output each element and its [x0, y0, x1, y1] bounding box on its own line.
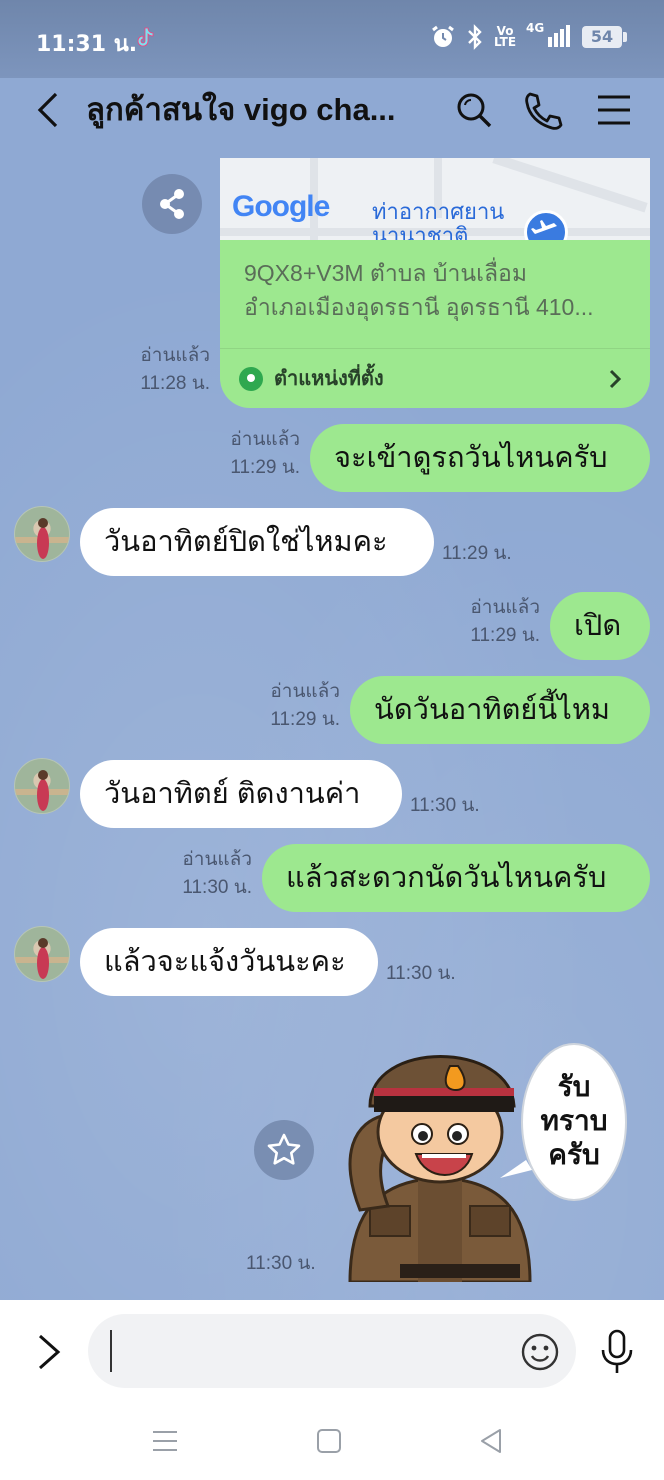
sticker-text-line-3: ครับ: [548, 1138, 600, 1171]
chat-messages[interactable]: อ่านแล้ว 11:28 น. Google ท่าอากาศยาน นาน…: [0, 144, 664, 1300]
search-icon[interactable]: [452, 88, 496, 132]
battery-icon: 54: [582, 26, 627, 48]
status-time: 11:31 น.: [36, 32, 138, 57]
message-meta: อ่านแล้ว 11:29 น.: [230, 678, 340, 734]
message-time: 11:29 น.: [270, 709, 340, 730]
map-preview[interactable]: Google ท่าอากาศยาน นานาชาติ: [220, 158, 650, 240]
read-receipt: อ่านแล้ว: [182, 849, 252, 870]
divider: [220, 348, 650, 349]
back-arrow-icon[interactable]: [30, 90, 70, 130]
sticker-text-line-2: ทราบ: [541, 1104, 608, 1137]
message-meta: อ่านแล้ว 11:29 น.: [430, 594, 540, 650]
sticker-text-line-1: รับ: [558, 1070, 591, 1103]
message-time: 11:30 น.: [386, 963, 456, 984]
phone-icon[interactable]: [520, 88, 564, 132]
sticker-image[interactable]: รับ ทราบ ครับ: [330, 1010, 630, 1284]
message-time: 11:29 น.: [442, 543, 512, 564]
location-card[interactable]: Google ท่าอากาศยาน นานาชาติ 9QX8+V3M ตำบ…: [220, 158, 650, 408]
location-label: ตำแหน่งที่ตั้ง: [274, 368, 384, 390]
location-footer[interactable]: ตำแหน่งที่ตั้ง: [238, 364, 632, 394]
airport-pin-icon: [524, 210, 568, 240]
message-time: 11:30 น.: [182, 877, 252, 898]
map-label: ท่าอากาศยาน นานาชาติ: [372, 199, 505, 241]
contact-avatar[interactable]: [14, 506, 70, 562]
back-nav-icon[interactable]: [476, 1426, 506, 1456]
contact-avatar[interactable]: [14, 926, 70, 982]
salute-officer-sticker: รับ ทราบ ครับ: [348, 1043, 627, 1284]
outgoing-message[interactable]: แล้วสะดวกนัดวันไหนครับ: [262, 844, 650, 912]
outgoing-message[interactable]: นัดวันอาทิตย์นี้ไหม: [350, 676, 650, 744]
menu-icon[interactable]: [592, 88, 636, 132]
message-time: 11:30 น.: [410, 795, 480, 816]
contact-avatar[interactable]: [14, 758, 70, 814]
network-type: 4G: [526, 21, 545, 35]
message-time: 11:28 น.: [140, 373, 210, 394]
google-logo: Google: [232, 190, 330, 223]
recent-apps-icon[interactable]: [150, 1426, 180, 1456]
star-icon: [267, 1133, 301, 1165]
status-icons: Vo LTE 4G 54: [430, 21, 627, 50]
volte-indicator: Vo LTE: [494, 24, 517, 49]
message-input-bar: [0, 1300, 664, 1404]
message-meta: อ่านแล้ว 11:29 น.: [190, 426, 300, 482]
read-receipt: อ่านแล้ว: [140, 345, 210, 366]
address-line-1: 9QX8+V3M ตำบล บ้านเลื่อม: [244, 260, 528, 286]
message-meta: อ่านแล้ว 11:30 น.: [142, 846, 252, 902]
chevron-right-icon[interactable]: [32, 1332, 66, 1372]
message-time: 11:29 น.: [230, 457, 300, 478]
status-bar: 11:31 น. Vo LTE 4G 54: [0, 0, 664, 78]
chevron-right-icon: [609, 369, 622, 389]
signal-icon: 4G: [526, 21, 572, 49]
read-receipt: อ่านแล้ว: [270, 681, 340, 702]
incoming-message[interactable]: วันอาทิตย์ ติดงานค่า: [80, 760, 402, 828]
location-pin-icon: [239, 367, 263, 391]
location-read-meta: อ่านแล้ว 11:28 น.: [100, 342, 210, 398]
text-caret: [110, 1330, 112, 1372]
outgoing-message[interactable]: จะเข้าดูรถวันไหนครับ: [310, 424, 650, 492]
favorite-sticker-button[interactable]: [254, 1120, 314, 1180]
chat-header: ลูกค้าสนใจ vigo cha...: [0, 78, 664, 144]
message-time: 11:30 น.: [246, 1253, 316, 1274]
message-input[interactable]: [88, 1314, 576, 1388]
bluetooth-icon: [468, 24, 482, 50]
message-time: 11:29 น.: [470, 625, 540, 646]
share-button[interactable]: [142, 174, 202, 234]
emoji-icon[interactable]: [520, 1332, 560, 1372]
read-receipt: อ่านแล้ว: [470, 597, 540, 618]
location-address: 9QX8+V3M ตำบล บ้านเลื่อม อำเภอเมืองอุดรธ…: [244, 256, 634, 324]
incoming-message[interactable]: แล้วจะแจ้งวันนะคะ: [80, 928, 378, 996]
share-icon: [160, 189, 184, 219]
address-line-2: อำเภอเมืองอุดรธานี อุดรธานี 410...: [244, 294, 594, 320]
chat-title: ลูกค้าสนใจ vigo cha...: [86, 92, 396, 127]
read-receipt: อ่านแล้ว: [230, 429, 300, 450]
system-navigation-bar: [0, 1404, 664, 1480]
incoming-message[interactable]: วันอาทิตย์ปิดใช่ไหมคะ: [80, 508, 434, 576]
microphone-icon[interactable]: [598, 1328, 636, 1376]
alarm-icon: [432, 25, 454, 47]
tiktok-notification-icon: [137, 27, 154, 47]
outgoing-message[interactable]: เปิด: [550, 592, 650, 660]
home-icon[interactable]: [314, 1426, 344, 1456]
